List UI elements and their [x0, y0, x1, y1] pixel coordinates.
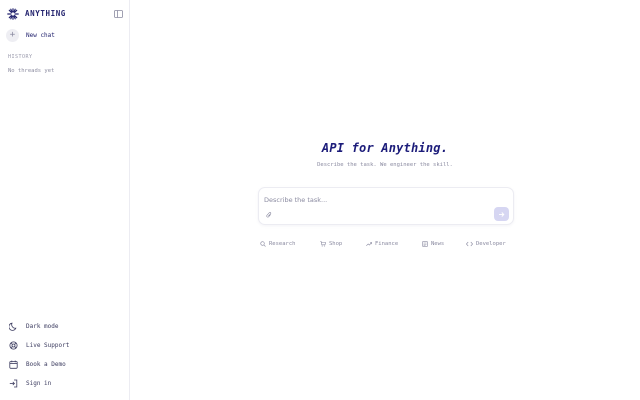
- new-chat-button[interactable]: + New chat: [6, 29, 55, 42]
- moon-icon: [8, 321, 18, 331]
- chip-finance[interactable]: Finance: [366, 239, 398, 249]
- chip-news[interactable]: News: [422, 239, 444, 249]
- chip-news-label: News: [431, 241, 445, 247]
- book-demo-link[interactable]: Book a Demo: [8, 358, 66, 370]
- task-composer: [258, 187, 514, 225]
- support-icon: [8, 340, 18, 350]
- code-icon: [466, 241, 473, 247]
- history-heading: HISTORY: [8, 54, 33, 60]
- chip-developer[interactable]: Developer: [466, 239, 506, 249]
- plus-icon: +: [6, 29, 19, 42]
- book-demo-label: Book a Demo: [26, 360, 66, 368]
- task-input[interactable]: [264, 195, 474, 204]
- chip-shop[interactable]: Shop: [320, 239, 342, 249]
- page-subtitle: Describe the task. We engineer the skill…: [317, 162, 453, 168]
- calendar-icon: [8, 359, 18, 369]
- shopping-cart-icon: [320, 241, 326, 247]
- chip-finance-label: Finance: [375, 241, 399, 247]
- suggestion-chips: Research Shop Finance News Developer: [260, 239, 512, 249]
- dark-mode-label: Dark mode: [26, 322, 59, 330]
- attach-button[interactable]: [265, 210, 273, 219]
- new-chat-label: New chat: [26, 32, 55, 39]
- logo-starburst-icon: [7, 8, 19, 20]
- collapse-sidebar-button[interactable]: [113, 9, 124, 19]
- arrow-right-icon: [499, 211, 505, 217]
- brand-name: ANYTHING: [25, 9, 66, 18]
- live-support-label: Live Support: [26, 341, 70, 349]
- main-content: API for Anything. Describe the task. We …: [130, 0, 640, 400]
- chip-developer-label: Developer: [476, 241, 506, 247]
- trending-up-icon: [366, 242, 372, 247]
- sign-in-link[interactable]: Sign in: [8, 377, 51, 389]
- brand[interactable]: ANYTHING: [7, 8, 66, 20]
- chip-research[interactable]: Research: [260, 239, 296, 249]
- chip-shop-label: Shop: [329, 241, 343, 247]
- dark-mode-toggle[interactable]: Dark mode: [8, 320, 59, 332]
- newspaper-icon: [422, 241, 428, 247]
- page-title: API for Anything.: [321, 141, 449, 155]
- live-support-link[interactable]: Live Support: [8, 339, 69, 351]
- sign-in-icon: [8, 378, 18, 388]
- sign-in-label: Sign in: [26, 379, 52, 387]
- sidebar-toggle-icon: [114, 10, 123, 18]
- empty-history-text: No threads yet: [8, 68, 55, 74]
- send-button[interactable]: [494, 207, 509, 221]
- sidebar: ANYTHING + New chat HISTORY No threads y…: [0, 0, 130, 400]
- chip-research-label: Research: [269, 241, 296, 247]
- paperclip-icon: [266, 211, 272, 217]
- search-icon: [260, 241, 266, 247]
